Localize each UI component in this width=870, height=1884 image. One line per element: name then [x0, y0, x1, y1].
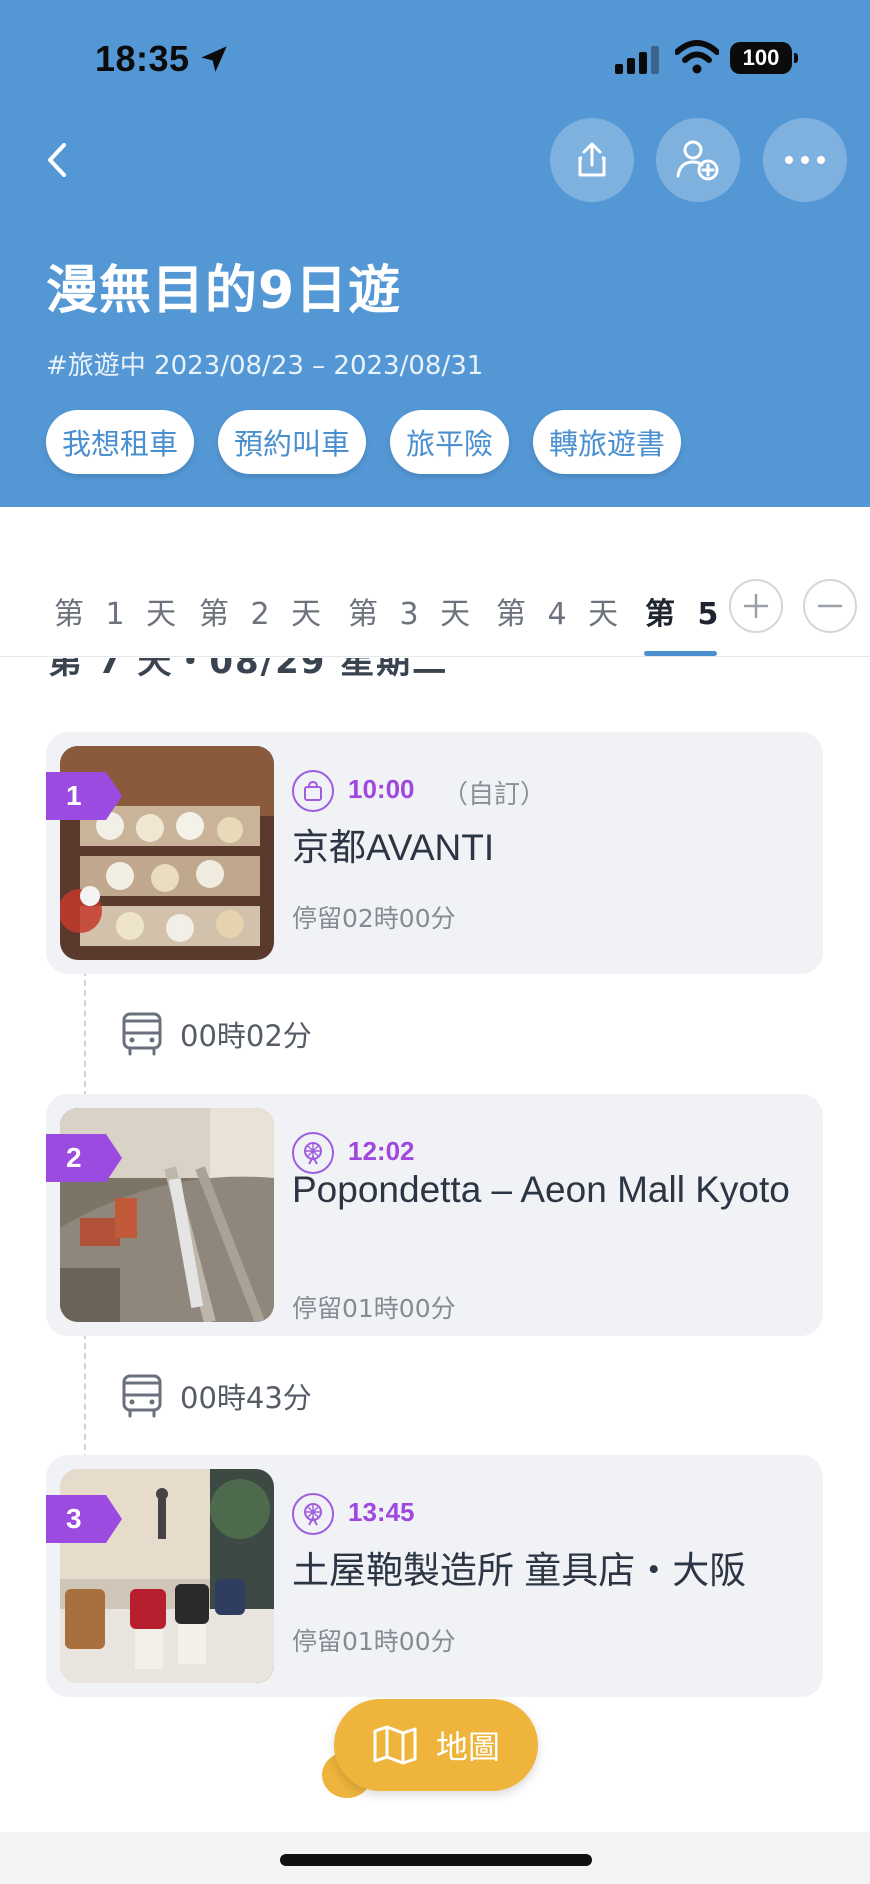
bus-icon [122, 1374, 162, 1418]
status-time: 18:35 [95, 38, 190, 79]
stop-card-3[interactable]: 3 13:45 土屋鞄製造所 童具店・大阪 停留01時00分 [46, 1455, 823, 1697]
map-icon [373, 1725, 417, 1765]
more-options-button[interactable] [763, 118, 847, 202]
day-heading-container: 第 7 天・08/29 星期二 [0, 658, 870, 682]
stop-number-badge: 3 [46, 1495, 122, 1543]
tab-day-1[interactable]: 第 1 天 [54, 589, 182, 633]
battery-indicator: 100 [730, 42, 798, 74]
minus-icon [817, 604, 843, 608]
transit-segment-2[interactable]: 00時43分 [120, 1372, 312, 1420]
active-tab-indicator [644, 651, 717, 656]
remove-day-button[interactable] [803, 579, 857, 633]
stop-number: 2 [66, 1142, 82, 1173]
bus-icon [122, 1012, 162, 1056]
tab-day-4[interactable]: 第 4 天 [496, 589, 624, 633]
attraction-icon [292, 1493, 334, 1535]
share-button[interactable] [550, 118, 634, 202]
tab-day-3[interactable]: 第 3 天 [348, 589, 476, 633]
chip-travel-insurance[interactable]: 旅平險 [390, 410, 510, 474]
stop-time: 13:45 [348, 1497, 415, 1527]
home-indicator [280, 1854, 592, 1866]
stop-name: 土屋鞄製造所 童具店・大阪 [292, 1550, 747, 1591]
cellular-signal-icon [615, 46, 659, 74]
map-label: 地圖 [435, 1728, 500, 1766]
day-heading: 第 7 天・08/29 星期二 [48, 658, 449, 682]
share-icon [578, 142, 606, 177]
stop-stay-duration: 停留01時00分 [292, 1294, 456, 1323]
transit-segment-1[interactable]: 00時02分 [120, 1010, 312, 1058]
transit-duration: 00時43分 [180, 1381, 312, 1415]
stop-time: 10:00 [348, 774, 415, 804]
tab-day-2[interactable]: 第 2 天 [199, 589, 327, 633]
back-icon[interactable] [38, 135, 78, 185]
wifi-icon [675, 40, 719, 74]
map-button[interactable]: 地圖 [334, 1699, 538, 1791]
stop-number-badge: 2 [46, 1134, 122, 1182]
status-bar: 18:35 100 [0, 0, 870, 120]
plus-icon [743, 593, 769, 619]
shopping-bag-icon [292, 770, 334, 812]
stop-card-2[interactable]: 2 12:02 Popondetta – Aeon Mall Kyoto 停留0… [46, 1094, 823, 1336]
stop-time-note: （自訂） [442, 780, 547, 810]
stop-card-1[interactable]: 1 10:00 （自訂） 京都AVANTI 停留02時00分 [46, 732, 823, 974]
stop-stay-duration: 停留01時00分 [292, 1627, 456, 1656]
quick-action-chips: 我想租車 預約叫車 旅平險 轉旅遊書 [46, 410, 682, 474]
add-day-button[interactable] [729, 579, 783, 633]
transit-duration: 00時02分 [180, 1019, 312, 1053]
trip-dates: #旅遊中 2023/08/23 – 2023/08/31 [46, 351, 484, 381]
chip-rent-car[interactable]: 我想租車 [46, 410, 195, 474]
day-tabs: 第 1 天 第 2 天 第 3 天 第 4 天 第 5 [0, 507, 870, 657]
stop-number-badge: 1 [46, 772, 122, 820]
trip-title: 漫無目的9日遊 [46, 261, 402, 321]
chip-book-taxi[interactable]: 預約叫車 [218, 410, 367, 474]
chip-convert-guidebook[interactable]: 轉旅遊書 [533, 410, 682, 474]
stop-number: 1 [66, 780, 82, 811]
add-member-button[interactable] [656, 118, 740, 202]
battery-level: 100 [742, 45, 780, 70]
more-icon [785, 156, 825, 164]
stop-stay-duration: 停留02時00分 [292, 904, 456, 933]
location-arrow-icon [201, 46, 227, 72]
stop-name: 京都AVANTI [292, 827, 495, 868]
tab-day-5[interactable]: 第 5 [645, 589, 724, 633]
stop-name: Popondetta – Aeon Mall Kyoto [292, 1169, 790, 1210]
add-user-icon [676, 140, 719, 181]
trip-header: 18:35 100 漫無目的9日遊 #旅遊中 2023/08/23 – 2023… [0, 0, 870, 507]
stop-number: 3 [66, 1503, 82, 1534]
